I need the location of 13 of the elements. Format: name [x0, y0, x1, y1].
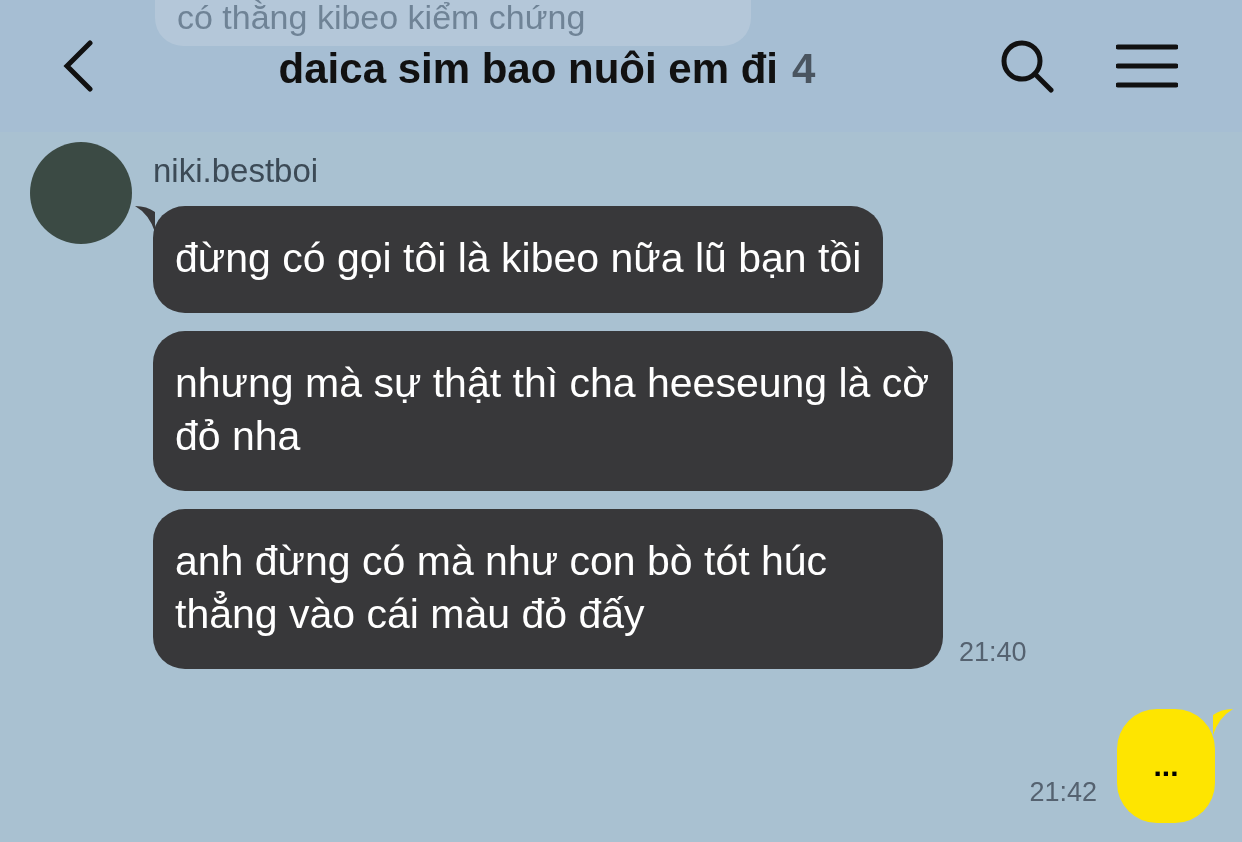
chat-title: daica sim bao nuôi em đi — [278, 43, 779, 94]
message-bubble: đừng có gọi tôi là kibeo nữa lũ bạn tồi — [153, 205, 884, 313]
message-bubble: anh đừng có mà như con bò tót húc thẳng vào cái màu đỏ đấy — [153, 508, 943, 669]
message-time: 21:42 — [1029, 776, 1097, 809]
message-bubble: ... — [1117, 708, 1215, 823]
member-count: 4 — [792, 43, 816, 94]
message-time: 21:40 — [959, 636, 1027, 669]
message-bubble: có thằng kibeo kiểm chứng — [155, 0, 751, 46]
sender-name: niki.bestboi — [153, 151, 320, 191]
back-icon[interactable] — [62, 40, 94, 92]
search-icon[interactable] — [1000, 39, 1054, 93]
message-bubble: nhưng mà sự thật thì cha heeseung là cờ đỏ nha — [153, 330, 953, 491]
menu-icon[interactable] — [1116, 43, 1178, 89]
